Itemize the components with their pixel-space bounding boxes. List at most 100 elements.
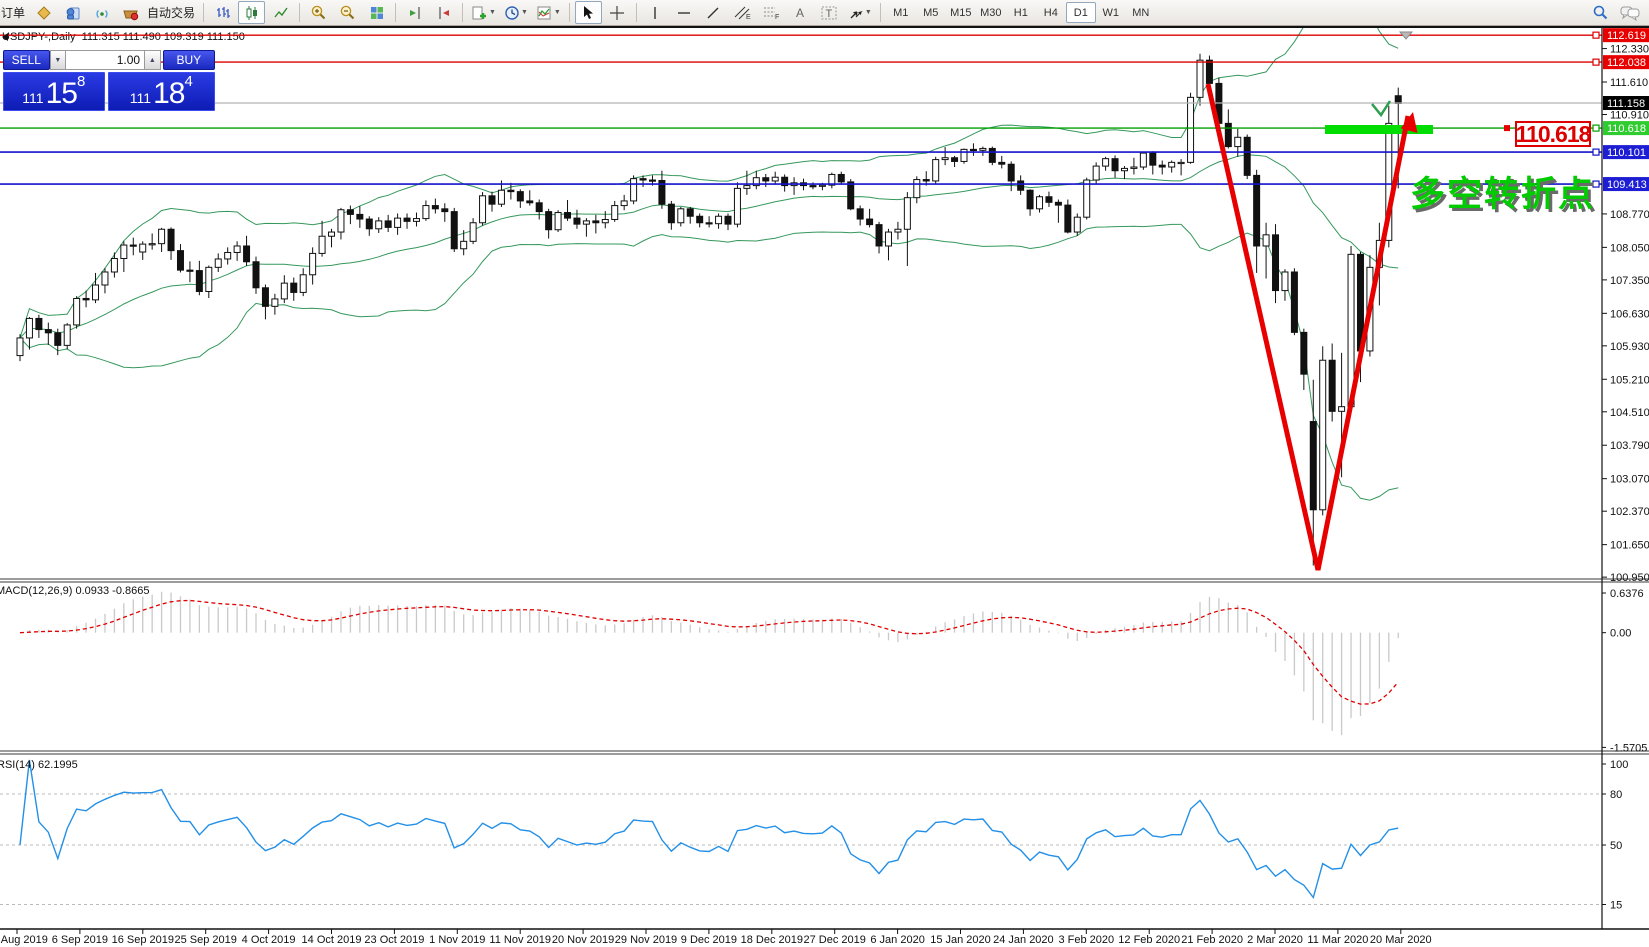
volume-decrease-button[interactable]: ▼ bbox=[49, 50, 67, 70]
timeframe-m30[interactable]: M30 bbox=[976, 2, 1006, 23]
new-order-label[interactable]: 订单 bbox=[1, 4, 25, 21]
fibonacci-tool-icon[interactable]: F bbox=[758, 1, 785, 24]
vertical-line-tool-icon[interactable] bbox=[642, 1, 669, 24]
price-axis-tick: 108.050 bbox=[1610, 242, 1649, 254]
timeframe-w1[interactable]: W1 bbox=[1096, 2, 1126, 23]
price-axis-tick: 103.070 bbox=[1610, 474, 1649, 486]
sell-price-main: 111 bbox=[22, 90, 44, 106]
date-axis-label: 23 Oct 2019 bbox=[364, 934, 424, 946]
sell-button[interactable]: SELL bbox=[3, 50, 50, 70]
macd-axis-tick: -1.5705 bbox=[1610, 742, 1647, 754]
date-axis-label: 6 Jan 2020 bbox=[870, 934, 924, 946]
date-axis-label: 16 Sep 2019 bbox=[112, 934, 174, 946]
price-axis-tick: 103.790 bbox=[1610, 440, 1649, 452]
market-report-icon[interactable] bbox=[59, 1, 86, 24]
rsi-axis-tick: 15 bbox=[1610, 900, 1622, 912]
macd-indicator-label: MACD(12,26,9) 0.0933 -0.8665 bbox=[0, 585, 150, 597]
autotrade-icon[interactable] bbox=[117, 1, 144, 24]
zoom-out-icon[interactable] bbox=[334, 1, 361, 24]
price-axis-tick: 101.650 bbox=[1610, 540, 1649, 552]
auto-scroll-icon[interactable] bbox=[430, 1, 457, 24]
chevron-down-icon: ▼ bbox=[520, 9, 528, 16]
date-axis-label: 3 Feb 2020 bbox=[1058, 934, 1114, 946]
bar-chart-icon[interactable] bbox=[209, 1, 236, 24]
date-axis-label: 20 Nov 2019 bbox=[552, 934, 614, 946]
buy-price-main: 111 bbox=[129, 90, 152, 106]
horizontal-line-tool-icon[interactable] bbox=[671, 1, 698, 24]
crosshair-icon[interactable] bbox=[604, 1, 631, 24]
price-callout-110618[interactable]: 110.618 bbox=[1515, 121, 1591, 147]
date-axis-label: 21 Feb 2020 bbox=[1181, 934, 1243, 946]
rsi-indicator-label: RSI(14) 62.1995 bbox=[0, 759, 78, 771]
chart-shift-icon[interactable] bbox=[401, 1, 428, 24]
collapse-panel-icon[interactable] bbox=[2, 33, 8, 41]
chevron-down-icon: ▼ bbox=[553, 9, 561, 16]
text-label-tool-icon[interactable]: T bbox=[816, 1, 843, 24]
arrows-tool-icon[interactable]: ▼ bbox=[845, 1, 875, 24]
timeframe-mn[interactable]: MN bbox=[1126, 2, 1156, 23]
price-axis-tick: 106.630 bbox=[1610, 308, 1649, 320]
line-chart-icon[interactable] bbox=[267, 1, 294, 24]
date-axis-label: 24 Jan 2020 bbox=[993, 934, 1054, 946]
tile-windows-icon[interactable] bbox=[363, 1, 390, 24]
date-axis-label: 27 Dec 2019 bbox=[804, 934, 866, 946]
price-line-label: 110.618 bbox=[1607, 123, 1646, 135]
timeframe-d1[interactable]: D1 bbox=[1065, 2, 1096, 23]
volume-increase-button[interactable]: ▲ bbox=[144, 50, 161, 70]
chevron-down-icon: ▼ bbox=[489, 9, 496, 16]
zoom-in-icon[interactable] bbox=[305, 1, 332, 24]
chart-window: USDJPY-,Daily 111.315 111.490 109.319 11… bbox=[0, 26, 1649, 947]
timeframe-h1[interactable]: H1 bbox=[1006, 2, 1036, 23]
sell-price-sup: 8 bbox=[76, 73, 86, 90]
candlestick-chart-icon[interactable] bbox=[238, 1, 266, 24]
timeframe-m15[interactable]: M15 bbox=[946, 2, 976, 23]
buy-price-box[interactable]: 111 18 4 bbox=[107, 72, 215, 111]
turning-point-annotation[interactable]: 多空转折点 bbox=[1410, 166, 1595, 217]
price-axis-tick: 108.770 bbox=[1610, 209, 1649, 221]
rsi-axis-tick: 100 bbox=[1610, 759, 1628, 771]
price-axis-tick: 111.610 bbox=[1610, 77, 1648, 89]
rsi-axis-tick: 80 bbox=[1610, 789, 1622, 801]
sell-price-box[interactable]: 111 15 8 bbox=[3, 72, 105, 111]
volume-input[interactable] bbox=[66, 50, 145, 70]
price-axis-tick: 112.330 bbox=[1610, 44, 1649, 56]
buy-button[interactable]: BUY bbox=[162, 50, 215, 70]
macd-axis-tick: 0.00 bbox=[1610, 628, 1631, 640]
search-icon[interactable] bbox=[1587, 1, 1614, 24]
timeframe-h4[interactable]: H4 bbox=[1036, 2, 1066, 23]
date-axis-label: 14 Oct 2019 bbox=[302, 934, 362, 946]
timeframe-group: M1 M5 M15 M30 H1 H4 D1 W1 MN bbox=[886, 2, 1156, 23]
autotrade-label[interactable]: 自动交易 bbox=[147, 4, 195, 21]
macd-axis-tick: 0.6376 bbox=[1610, 588, 1644, 600]
price-line-label: 110.101 bbox=[1607, 147, 1646, 159]
gold-order-icon[interactable] bbox=[30, 1, 57, 24]
svg-text:E: E bbox=[746, 14, 751, 21]
date-axis-label: 1 Nov 2019 bbox=[429, 934, 485, 946]
current-price-label: 111.158 bbox=[1607, 98, 1645, 110]
svg-text:A: A bbox=[796, 6, 804, 20]
svg-text:F: F bbox=[775, 14, 779, 21]
chat-icon[interactable] bbox=[1616, 1, 1643, 24]
date-axis-label: 6 Sep 2019 bbox=[52, 934, 108, 946]
date-axis-label: 12 Feb 2020 bbox=[1118, 934, 1180, 946]
timeframe-m1[interactable]: M1 bbox=[886, 2, 916, 23]
cursor-icon[interactable] bbox=[574, 1, 602, 24]
date-axis-label: 25 Sep 2019 bbox=[175, 934, 237, 946]
trendline-tool-icon[interactable] bbox=[700, 1, 727, 24]
price-axis-tick: 105.210 bbox=[1610, 374, 1649, 386]
text-tool-icon[interactable]: A bbox=[787, 1, 814, 24]
price-line-label: 109.413 bbox=[1607, 179, 1647, 191]
date-axis-label: 29 Nov 2019 bbox=[615, 934, 677, 946]
sell-price-big: 15 bbox=[45, 77, 78, 110]
indicators-icon[interactable]: ▼ bbox=[533, 1, 564, 24]
chart-canvas[interactable]: 112.330 111.610 110.910 108.770 108.050 107.3… bbox=[0, 28, 1649, 947]
timeframe-m5[interactable]: M5 bbox=[916, 2, 946, 23]
channel-tool-icon[interactable]: E bbox=[729, 1, 756, 24]
period-clock-icon[interactable]: ▼ bbox=[501, 1, 531, 24]
date-axis-label: 18 Dec 2019 bbox=[741, 934, 803, 946]
buy-price-sup: 4 bbox=[184, 73, 193, 90]
price-axis-tick: 100.950 bbox=[1610, 572, 1649, 584]
signal-icon[interactable] bbox=[88, 1, 115, 24]
price-axis-tick: 104.510 bbox=[1610, 407, 1649, 419]
new-chart-icon[interactable]: ▼ bbox=[468, 1, 499, 24]
